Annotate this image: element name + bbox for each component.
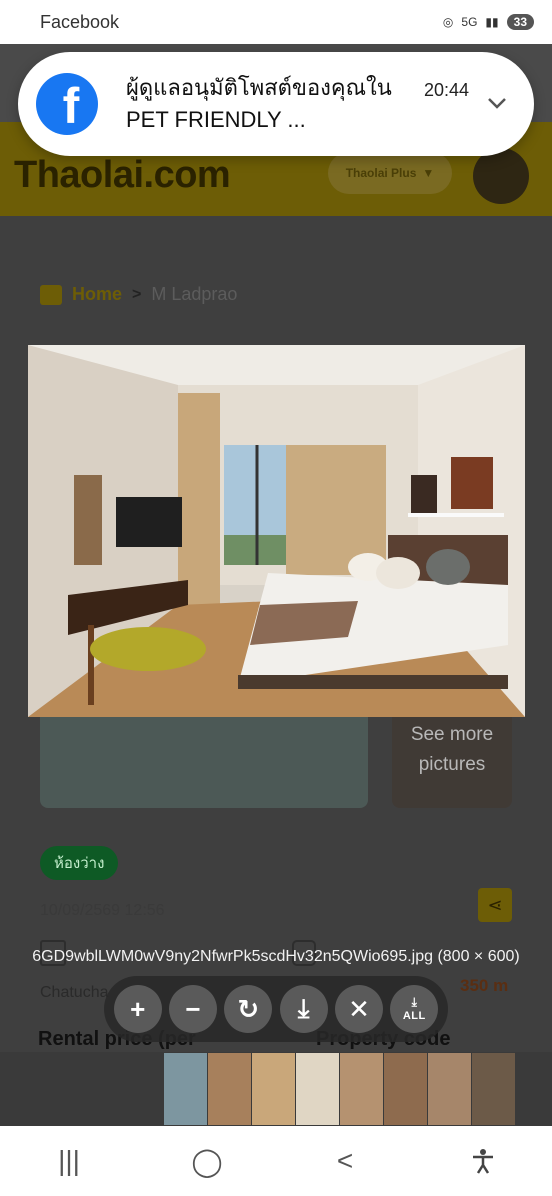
breadcrumb-current: M Ladprao	[151, 284, 238, 304]
download-all-label: ALL	[402, 1010, 426, 1022]
district-label: Chatucha	[40, 984, 109, 1001]
signal-icon: ▮▮	[485, 15, 499, 29]
plus-icon: +	[130, 993, 146, 1024]
rotate-icon: ↻	[237, 993, 260, 1024]
download-icon: ⤓	[297, 993, 310, 1023]
zoom-in-button[interactable]: +	[113, 985, 162, 1033]
thumbnail[interactable]	[384, 1053, 427, 1125]
caret-down-icon: ▼	[422, 166, 435, 180]
thaolai-plus-label: Thaolai Plus	[345, 166, 417, 180]
site-logo: Thaolai.com	[14, 154, 231, 196]
network-label: 5G	[461, 15, 478, 29]
recents-button[interactable]: |||	[45, 1137, 93, 1185]
battery-indicator: 33	[506, 14, 534, 30]
close-button[interactable]: ✕	[334, 985, 383, 1033]
thumbnail[interactable]	[164, 1053, 207, 1125]
viewer-image[interactable]	[28, 345, 525, 717]
hotspot-icon: ◎	[442, 15, 454, 29]
accessibility-icon	[473, 1149, 493, 1174]
status-bar: Facebook ◎ 5G ▮▮ 33	[0, 0, 552, 44]
thumbnail[interactable]	[472, 1053, 515, 1125]
notification-message: ผู้ดูแลอนุมัติโพสต์ของคุณใน PET FRIENDLY…	[126, 75, 392, 132]
post-date: 10/09/2569 12:56	[40, 902, 165, 919]
file-caption: 6GD9wblLWM0wV9ny2NfwrPk5scdHv32n5QWio695…	[32, 948, 520, 965]
download-small-icon: ⤓	[411, 995, 417, 1009]
chevron-down-icon[interactable]	[486, 92, 508, 114]
notification-banner[interactable]: f ผู้ดูแลอนุมัติโพสต์ของคุณใน PET FRIEND…	[18, 52, 534, 156]
recents-icon: |||	[58, 1145, 80, 1176]
thumbnail[interactable]	[208, 1053, 251, 1125]
home-circle-icon: ◯	[191, 1145, 223, 1177]
back-button[interactable]: <	[321, 1137, 369, 1185]
facebook-icon: f	[36, 73, 98, 135]
breadcrumb-home-link[interactable]: Home	[72, 284, 122, 305]
status-app-label: Facebook	[40, 11, 120, 32]
download-button[interactable]: ⤓	[279, 985, 328, 1033]
thumbnail[interactable]	[428, 1053, 471, 1125]
distance-label: 350 m	[460, 976, 509, 995]
bedroom-photo	[28, 345, 525, 717]
zoom-out-button[interactable]: −	[168, 985, 217, 1033]
navigation-bar: ||| ◯ <	[0, 1126, 552, 1196]
thumbnail-strip	[0, 1052, 552, 1126]
notification-time: 20:44	[424, 80, 470, 100]
thumbnail[interactable]	[340, 1053, 383, 1125]
viewer-toolbar: + − ↻ ⤓ ✕ ⤓ ALL	[104, 976, 448, 1042]
accessibility-button[interactable]	[459, 1137, 507, 1185]
status-icons: ◎ 5G ▮▮ 33	[443, 14, 534, 30]
back-icon: <	[336, 1145, 354, 1176]
thumbnail[interactable]	[296, 1053, 339, 1125]
home-button[interactable]: ◯	[183, 1137, 231, 1185]
thumbnail[interactable]	[252, 1053, 295, 1125]
rotate-button[interactable]: ↻	[224, 985, 273, 1033]
share-button[interactable]: ⋖	[478, 888, 512, 922]
thaolai-plus-button[interactable]: Thaolai Plus ▼	[328, 152, 452, 194]
breadcrumb: Home > M Ladprao	[40, 284, 237, 305]
chevron-right-icon: >	[132, 285, 142, 303]
minus-icon: −	[185, 993, 201, 1024]
home-icon	[40, 284, 62, 305]
download-all-button[interactable]: ⤓ ALL	[390, 985, 439, 1033]
availability-badge: ห้องว่าง	[40, 846, 119, 880]
share-icon: ⋖	[487, 894, 503, 915]
avatar[interactable]	[473, 148, 529, 204]
close-icon: ✕	[348, 993, 370, 1024]
